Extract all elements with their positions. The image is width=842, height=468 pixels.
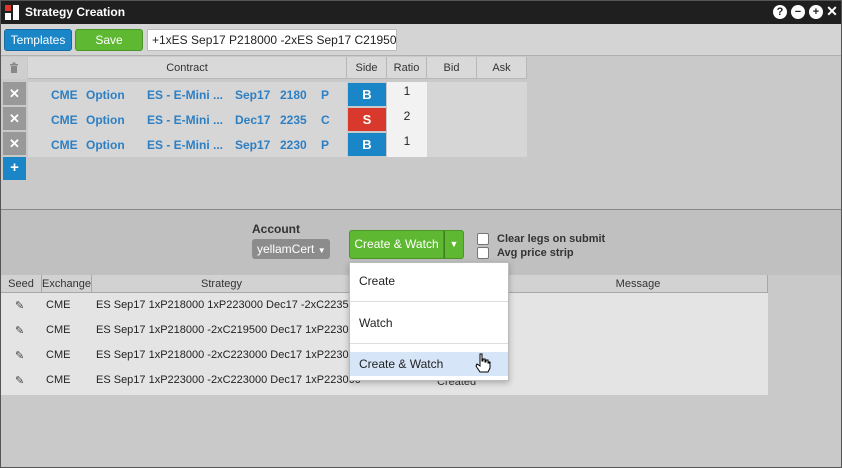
contract-header: Contract xyxy=(28,57,347,79)
row-strategy: ES Sep17 1xP218000 1xP223000 Dec17 -2xC2… xyxy=(96,299,361,311)
delete-leg-icon[interactable]: ✕ xyxy=(3,132,26,155)
strategy-text-field[interactable]: +1xES Sep17 P218000 -2xES Sep17 C21950 xyxy=(147,29,397,51)
leg-exchange: CME xyxy=(51,113,78,127)
row-strategy: ES Sep17 1xP218000 -2xC223000 Dec17 1xP2… xyxy=(96,349,361,361)
leg-product: ES - E-Mini ... xyxy=(147,88,224,102)
leg-put-call: C xyxy=(321,113,330,127)
avg-price-checkbox[interactable] xyxy=(477,247,489,259)
leg-type: Option xyxy=(86,88,125,102)
trash-icon[interactable] xyxy=(1,57,27,79)
pencil-icon[interactable]: ✎ xyxy=(15,324,24,337)
row-strategy: ES Sep17 1xP223000 -2xC223000 Dec17 1xP2… xyxy=(96,374,361,386)
account-value: yellamCert xyxy=(257,242,315,256)
legs-table: Contract Side Ratio Bid Ask ✕ CME Option… xyxy=(1,57,841,209)
chevron-down-icon: ▼ xyxy=(317,246,326,255)
side-sell-button[interactable]: S xyxy=(348,108,386,131)
leg-put-call: P xyxy=(321,138,330,152)
leg-type: Option xyxy=(86,113,125,127)
title-bar[interactable]: Strategy Creation ? − + ✕ xyxy=(1,1,841,24)
strategy-creation-window: Strategy Creation ? − + ✕ Templates Save… xyxy=(0,0,842,468)
account-label: Account xyxy=(252,222,300,236)
leg-product: ES - E-Mini ... xyxy=(147,113,224,127)
menu-item-watch[interactable]: Watch xyxy=(350,307,508,345)
toolbar: Templates Save +1xES Sep17 P218000 -2xES… xyxy=(1,24,841,56)
delete-leg-icon[interactable]: ✕ xyxy=(3,82,26,105)
ratio-field[interactable]: 1 xyxy=(387,82,427,107)
row-exchange: CME xyxy=(46,349,71,361)
strategy-header: Strategy xyxy=(92,275,352,293)
ratio-header: Ratio xyxy=(387,57,427,79)
row-strategy: ES Sep17 1xP218000 -2xC219500 Dec17 1xP2… xyxy=(96,324,361,336)
app-logo-icon xyxy=(5,5,20,20)
bid-ask-cell xyxy=(427,107,527,132)
maximize-icon[interactable]: + xyxy=(809,5,823,19)
account-select[interactable]: yellamCert ▼ xyxy=(252,239,330,259)
leg-expiry: Dec17 xyxy=(235,113,271,127)
message-header: Message xyxy=(509,275,768,293)
side-header: Side xyxy=(347,57,387,79)
row-exchange: CME xyxy=(46,374,71,386)
leg-expiry: Sep17 xyxy=(235,88,271,102)
save-button[interactable]: Save xyxy=(75,29,143,51)
leg-expiry: Sep17 xyxy=(235,138,271,152)
menu-divider xyxy=(350,301,508,302)
leg-type: Option xyxy=(86,138,125,152)
seed-header: Seed xyxy=(1,275,42,293)
ask-header: Ask xyxy=(477,57,527,79)
templates-button[interactable]: Templates xyxy=(4,29,72,51)
window-title: Strategy Creation xyxy=(25,5,126,19)
menu-item-create[interactable]: Create xyxy=(350,265,508,303)
exchange-header: Exchange xyxy=(42,275,92,293)
minimize-icon[interactable]: − xyxy=(791,5,805,19)
clear-legs-label: Clear legs on submit xyxy=(497,233,606,245)
delete-leg-icon[interactable]: ✕ xyxy=(3,107,26,130)
pencil-icon[interactable]: ✎ xyxy=(15,374,24,387)
side-buy-button[interactable]: B xyxy=(348,133,386,156)
ratio-field[interactable]: 1 xyxy=(387,132,427,157)
add-leg-icon[interactable]: + xyxy=(3,157,26,180)
close-icon[interactable]: ✕ xyxy=(825,4,839,18)
dropdown-caret-icon[interactable]: ▼ xyxy=(444,230,464,259)
pencil-icon[interactable]: ✎ xyxy=(15,349,24,362)
ratio-field[interactable]: 2 xyxy=(387,107,427,132)
row-exchange: CME xyxy=(46,324,71,336)
side-buy-button[interactable]: B xyxy=(348,83,386,106)
bid-ask-cell xyxy=(427,82,527,107)
bid-ask-cell xyxy=(427,132,527,157)
clear-legs-checkbox[interactable] xyxy=(477,233,489,245)
menu-divider xyxy=(350,343,508,344)
leg-strike: 2230 xyxy=(280,138,307,152)
leg-product: ES - E-Mini ... xyxy=(147,138,224,152)
leg-exchange: CME xyxy=(51,88,78,102)
hand-cursor-icon xyxy=(475,353,491,373)
leg-strike: 2180 xyxy=(280,88,307,102)
help-icon[interactable]: ? xyxy=(773,5,787,19)
row-exchange: CME xyxy=(46,299,71,311)
leg-exchange: CME xyxy=(51,138,78,152)
pencil-icon[interactable]: ✎ xyxy=(15,299,24,312)
bid-header: Bid xyxy=(427,57,477,79)
leg-put-call: P xyxy=(321,88,330,102)
leg-strike: 2235 xyxy=(280,113,307,127)
avg-price-label: Avg price strip xyxy=(497,247,574,259)
create-and-watch-button[interactable]: Create & Watch xyxy=(349,230,444,259)
